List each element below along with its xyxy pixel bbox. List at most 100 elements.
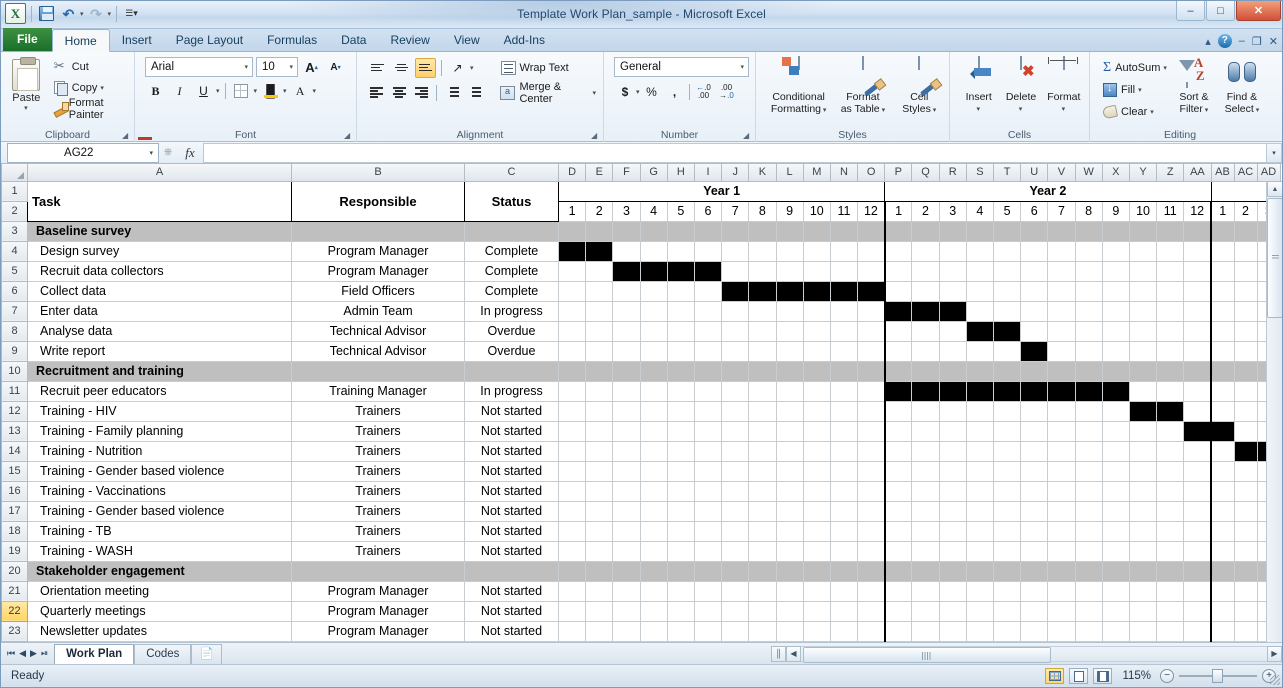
row-header-6[interactable]: 6 xyxy=(2,281,28,301)
gantt-empty-cell[interactable] xyxy=(966,441,993,461)
gantt-empty-cell[interactable] xyxy=(1184,261,1211,281)
gantt-empty-cell[interactable] xyxy=(640,521,667,541)
last-sheet-icon[interactable]: ⏯ xyxy=(41,648,48,659)
alignment-dialog-launcher-icon[interactable]: ◢ xyxy=(591,131,600,140)
gantt-bar-cell[interactable] xyxy=(1211,421,1234,441)
gantt-empty-cell[interactable] xyxy=(1211,521,1234,541)
gantt-empty-cell[interactable] xyxy=(994,401,1021,421)
gantt-empty-cell[interactable] xyxy=(1157,501,1184,521)
gantt-empty-cell[interactable] xyxy=(1102,261,1129,281)
align-center-button[interactable] xyxy=(389,83,408,103)
find-select-button[interactable]: Find & Select ▾ xyxy=(1218,57,1266,116)
gantt-empty-cell[interactable] xyxy=(586,341,613,361)
gantt-empty-cell[interactable] xyxy=(586,401,613,421)
gantt-empty-cell[interactable] xyxy=(694,421,721,441)
gantt-empty-cell[interactable] xyxy=(885,281,912,301)
gantt-bar-cell[interactable] xyxy=(939,301,966,321)
gantt-bar-cell[interactable] xyxy=(1021,381,1048,401)
hscroll-track[interactable] xyxy=(801,646,1267,662)
gantt-empty-cell[interactable] xyxy=(640,581,667,601)
gantt-empty-cell[interactable] xyxy=(667,461,694,481)
gantt-empty-cell[interactable] xyxy=(613,321,640,341)
gantt-empty-cell[interactable] xyxy=(1021,441,1048,461)
gantt-empty-cell[interactable] xyxy=(559,421,586,441)
align-bottom-button[interactable] xyxy=(415,58,436,78)
row-header-3[interactable]: 3 xyxy=(2,221,28,241)
align-middle-button[interactable] xyxy=(391,58,412,78)
gantt-empty-cell[interactable] xyxy=(613,561,640,581)
responsible-cell[interactable]: Trainers xyxy=(292,501,465,521)
responsible-cell[interactable]: Program Manager xyxy=(292,601,465,621)
tab-view[interactable]: View xyxy=(442,29,492,51)
gantt-empty-cell[interactable] xyxy=(803,321,830,341)
gantt-empty-cell[interactable] xyxy=(912,421,939,441)
gantt-empty-cell[interactable] xyxy=(1129,261,1156,281)
gantt-empty-cell[interactable] xyxy=(749,541,776,561)
status-cell[interactable]: Not started xyxy=(465,441,559,461)
gantt-empty-cell[interactable] xyxy=(640,461,667,481)
gantt-empty-cell[interactable] xyxy=(1048,561,1075,581)
task-name-cell[interactable]: Write report xyxy=(28,341,292,361)
gantt-empty-cell[interactable] xyxy=(1211,581,1234,601)
gantt-empty-cell[interactable] xyxy=(694,341,721,361)
workbook-minimize-icon[interactable]: – xyxy=(1239,35,1245,47)
gantt-empty-cell[interactable] xyxy=(1048,321,1075,341)
gantt-empty-cell[interactable] xyxy=(803,241,830,261)
column-header-a[interactable]: A xyxy=(28,164,292,181)
horizontal-scroll-thumb[interactable] xyxy=(803,647,1051,663)
font-color-button[interactable]: A xyxy=(290,81,311,101)
borders-button[interactable] xyxy=(231,81,252,101)
gantt-empty-cell[interactable] xyxy=(694,541,721,561)
gantt-bar-cell[interactable] xyxy=(858,281,885,301)
gantt-empty-cell[interactable] xyxy=(749,461,776,481)
tab-page-layout[interactable]: Page Layout xyxy=(164,29,255,51)
workbook-close-icon[interactable]: ✕ xyxy=(1269,35,1278,48)
responsible-cell[interactable]: Trainers xyxy=(292,541,465,561)
minimize-button[interactable]: – xyxy=(1176,1,1205,21)
row-header-18[interactable]: 18 xyxy=(2,521,28,541)
gantt-empty-cell[interactable] xyxy=(1211,301,1234,321)
gantt-empty-cell[interactable] xyxy=(586,501,613,521)
task-name-cell[interactable]: Training - TB xyxy=(28,521,292,541)
gantt-empty-cell[interactable] xyxy=(1102,221,1129,241)
gantt-empty-cell[interactable] xyxy=(966,561,993,581)
gantt-empty-cell[interactable] xyxy=(1184,381,1211,401)
gantt-empty-cell[interactable] xyxy=(1234,601,1257,621)
gantt-empty-cell[interactable] xyxy=(858,381,885,401)
gantt-empty-cell[interactable] xyxy=(1157,261,1184,281)
gantt-empty-cell[interactable] xyxy=(830,241,857,261)
row-header-19[interactable]: 19 xyxy=(2,541,28,561)
status-cell[interactable]: Not started xyxy=(465,541,559,561)
gantt-empty-cell[interactable] xyxy=(640,401,667,421)
sort-filter-button[interactable]: AZ Sort & Filter ▾ xyxy=(1170,57,1218,116)
status-cell[interactable]: Not started xyxy=(465,421,559,441)
gantt-bar-cell[interactable] xyxy=(722,281,749,301)
gantt-empty-cell[interactable] xyxy=(830,441,857,461)
gantt-empty-cell[interactable] xyxy=(776,561,803,581)
gantt-empty-cell[interactable] xyxy=(776,581,803,601)
task-name-cell[interactable]: Stakeholder engagement xyxy=(28,561,292,581)
expand-formula-bar-icon[interactable]: ▾ xyxy=(1266,143,1282,163)
gantt-bar-cell[interactable] xyxy=(776,281,803,301)
gantt-empty-cell[interactable] xyxy=(1211,621,1234,641)
gantt-empty-cell[interactable] xyxy=(1048,621,1075,641)
gantt-empty-cell[interactable] xyxy=(586,441,613,461)
gantt-empty-cell[interactable] xyxy=(559,221,586,241)
gantt-empty-cell[interactable] xyxy=(1102,241,1129,261)
gantt-empty-cell[interactable] xyxy=(1157,221,1184,241)
gantt-empty-cell[interactable] xyxy=(966,601,993,621)
gantt-empty-cell[interactable] xyxy=(586,301,613,321)
gantt-bar-cell[interactable] xyxy=(1102,381,1129,401)
number-format-select[interactable]: General▾ xyxy=(614,57,749,77)
gantt-empty-cell[interactable] xyxy=(722,441,749,461)
gantt-empty-cell[interactable] xyxy=(803,401,830,421)
gantt-empty-cell[interactable] xyxy=(640,501,667,521)
gantt-empty-cell[interactable] xyxy=(912,241,939,261)
gantt-bar-cell[interactable] xyxy=(994,381,1021,401)
gantt-bar-cell[interactable] xyxy=(994,321,1021,341)
align-left-button[interactable] xyxy=(367,83,386,103)
gantt-empty-cell[interactable] xyxy=(613,621,640,641)
gantt-empty-cell[interactable] xyxy=(885,421,912,441)
gantt-empty-cell[interactable] xyxy=(1157,621,1184,641)
gantt-empty-cell[interactable] xyxy=(912,501,939,521)
